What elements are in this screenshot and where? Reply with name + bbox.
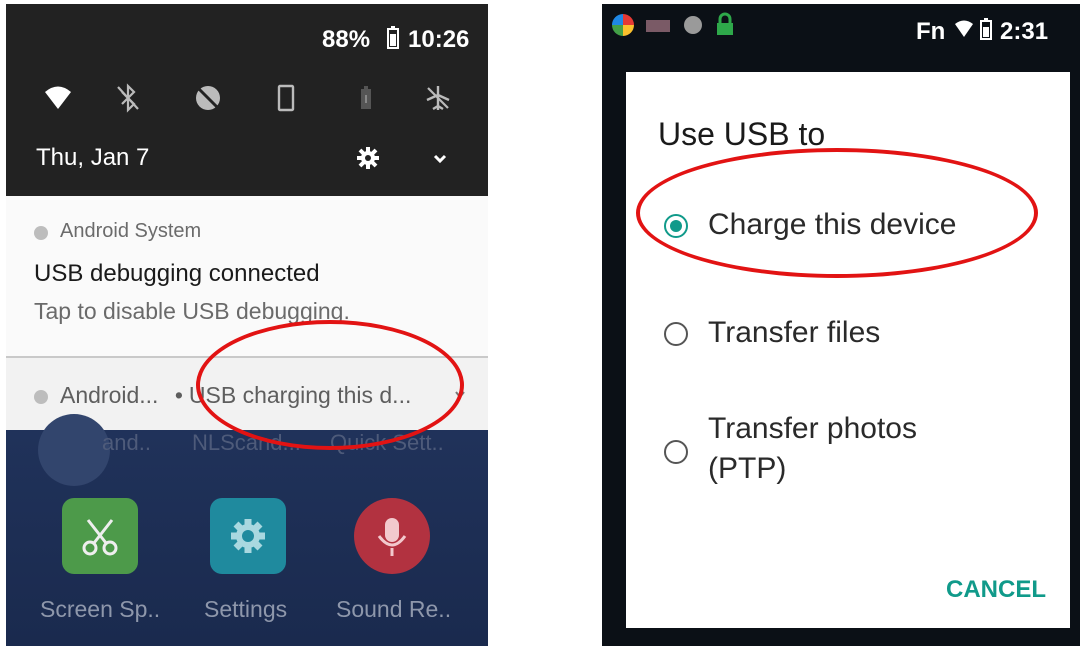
option-transfer-photos[interactable]: Transfer photos (PTP) xyxy=(664,408,1064,498)
app-notification-icon xyxy=(612,14,634,36)
option-label: Transfer files xyxy=(708,316,881,349)
settings-app-icon[interactable] xyxy=(210,498,286,574)
highlight-ellipse xyxy=(196,320,464,450)
separator: • xyxy=(174,382,183,408)
app-shortcut-icon xyxy=(38,414,110,486)
dialog-title: Use USB to xyxy=(658,116,826,152)
battery-icon xyxy=(386,26,400,55)
microphone-icon[interactable] xyxy=(354,498,430,574)
scissors-icon[interactable] xyxy=(62,498,138,574)
record-icon xyxy=(684,16,702,34)
notification-app-header: Android System xyxy=(34,220,201,243)
dock-app-label: Settings xyxy=(204,596,288,622)
wifi-icon xyxy=(954,20,974,43)
quick-settings-panel: 88% 10:26 Thu, Jan 7 xyxy=(6,4,488,196)
chevron-down-icon[interactable] xyxy=(432,152,448,170)
option-transfer-files[interactable]: Transfer files xyxy=(664,308,1064,358)
option-label-line1: Transfer photos xyxy=(708,412,917,445)
battery-percent: 88% xyxy=(322,26,371,53)
cancel-button[interactable]: CANCEL xyxy=(946,576,1046,604)
bluetooth-off-icon[interactable] xyxy=(110,80,146,116)
clock: 10:26 xyxy=(408,26,470,53)
battery-icon xyxy=(980,18,992,45)
dock-app-label: Sound Re.. xyxy=(336,596,452,622)
usb-dialog-screen: Fn 2:31 Use USB to Charge this device Tr… xyxy=(602,4,1080,646)
notification-app-name: Android... xyxy=(60,382,159,408)
battery-saver-icon[interactable] xyxy=(348,80,384,116)
fn-indicator: Fn xyxy=(916,18,946,45)
option-label-line2: (PTP) xyxy=(708,452,787,485)
dock-app-label: Screen Sp.. xyxy=(40,596,161,622)
portrait-icon[interactable] xyxy=(268,80,304,116)
keyboard-icon xyxy=(646,20,670,32)
app-dot-icon xyxy=(34,389,48,404)
app-dot-icon xyxy=(34,225,48,240)
radio-unselected-icon[interactable] xyxy=(664,440,688,464)
airplane-mode-off-icon[interactable] xyxy=(420,80,456,116)
notification-shade-screen: 88% 10:26 Thu, Jan 7 Android System USB … xyxy=(6,4,488,646)
highlight-ellipse xyxy=(636,148,1038,278)
notification-title: USB debugging connected xyxy=(34,260,320,287)
lock-icon xyxy=(716,12,734,41)
date-label: Thu, Jan 7 xyxy=(36,144,150,171)
radio-unselected-icon[interactable] xyxy=(664,322,688,346)
gear-icon[interactable] xyxy=(356,146,380,170)
clock: 2:31 xyxy=(1000,18,1049,45)
notification-app-name: Android System xyxy=(60,220,202,242)
faded-app-label: and.. xyxy=(102,430,151,455)
wifi-icon[interactable] xyxy=(40,80,76,116)
data-saver-icon[interactable] xyxy=(190,80,226,116)
